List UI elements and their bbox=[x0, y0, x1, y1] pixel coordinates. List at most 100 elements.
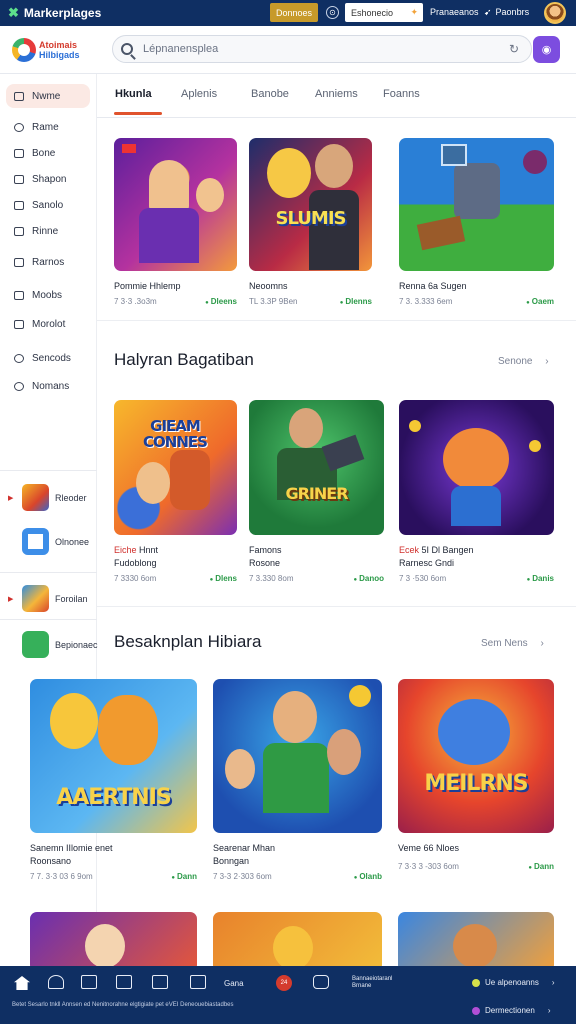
sidebar-item-label: Bone bbox=[32, 147, 56, 159]
top-field[interactable]: Eshonecio ✦ bbox=[345, 3, 423, 22]
product-title-text: Hnnt bbox=[139, 545, 159, 555]
product-card[interactable]: Ecek 5I Dl Bangen Rarnesc Gndi 7 3 ·530 … bbox=[399, 400, 554, 585]
product-card[interactable]: GIEAM CONNES Eiche Hnnt Fudoblong 7 3330… bbox=[114, 400, 237, 585]
sidebar-app-1[interactable]: ▶ Rleoder bbox=[8, 484, 87, 511]
brand[interactable]: ✖ Markerplages bbox=[8, 5, 101, 21]
chevron-right-icon: › bbox=[540, 638, 544, 649]
chest-art bbox=[416, 215, 466, 251]
product-meta-text: TL 3.3P 9Ben bbox=[249, 297, 298, 306]
product-meta-text: 7 3330 6om bbox=[114, 574, 157, 583]
character-art bbox=[85, 924, 125, 968]
tab-2[interactable]: Aplenis bbox=[181, 88, 217, 100]
active-tab-indicator bbox=[114, 112, 162, 115]
sidebar-app-2[interactable]: Olnonee bbox=[8, 528, 89, 555]
product-image bbox=[114, 138, 237, 271]
badge bbox=[122, 144, 136, 153]
top-link-2[interactable]: ➹ Paonbrs bbox=[484, 7, 529, 18]
product-image bbox=[213, 912, 382, 972]
search-placeholder: Lépnanensplea bbox=[143, 43, 219, 55]
product-meta-text: 7 3 ·530 6om bbox=[399, 574, 447, 583]
sidebar-item-3[interactable]: Bone bbox=[6, 141, 90, 165]
notification-badge[interactable]: 24 bbox=[276, 975, 292, 991]
bottom-nav-label[interactable]: Bannaeiotaranl Brnane bbox=[352, 976, 412, 990]
house-outline-icon[interactable] bbox=[48, 975, 64, 989]
character-art bbox=[170, 450, 210, 510]
chat-icon[interactable] bbox=[313, 975, 329, 989]
character-art bbox=[273, 691, 317, 743]
sidebar-item-label: Morolot bbox=[32, 318, 66, 330]
see-all-link[interactable]: Sem Nens › bbox=[481, 638, 544, 649]
product-card[interactable]: GRINER Famons Rosone 7 3.330 8om Danoo bbox=[249, 400, 384, 585]
sidebar-item-label: Rame bbox=[32, 121, 59, 133]
search-input[interactable]: Lépnanensplea ↻ bbox=[112, 35, 532, 63]
product-card[interactable]: Renna 6a Sugen 7 3. 3.333 6em Oaem bbox=[399, 138, 554, 308]
art-title: MEILRNS bbox=[424, 771, 528, 796]
product-card[interactable]: MEILRNS Veme 66 Nloes 7 3·3 3 -303 6om Da… bbox=[398, 679, 554, 873]
sidebar-item-home[interactable]: Nwme bbox=[6, 84, 90, 108]
product-card[interactable]: Pommie Hhlemp 7 3·3 .3o3m Dleens bbox=[114, 138, 237, 308]
product-image bbox=[30, 912, 197, 972]
product-card[interactable] bbox=[213, 912, 382, 972]
sidebar-item-6[interactable]: Rinne bbox=[6, 219, 90, 243]
product-title: Renna 6a Sugen bbox=[399, 281, 467, 291]
folder-icon bbox=[14, 290, 24, 300]
product-title: Pommie Hhlemp bbox=[114, 281, 181, 291]
character-art bbox=[327, 729, 361, 775]
product-card[interactable]: SLUMIS Neoomns TL 3.3P 9Ben Dlenns bbox=[249, 138, 372, 308]
bottom-right-link-2[interactable]: Dermectionen › bbox=[472, 1006, 550, 1015]
see-all-link[interactable]: Senone › bbox=[498, 356, 549, 367]
product-meta: 7 7. 3·3 03 6 9om Dann bbox=[30, 872, 197, 883]
product-card[interactable] bbox=[30, 912, 197, 972]
calendar-icon[interactable] bbox=[152, 975, 168, 989]
sidebar-item-5[interactable]: Sanolo bbox=[6, 193, 90, 217]
product-card[interactable]: Searenar Mhan Bonngan 7 3-3 2·303 6om Ola… bbox=[213, 679, 382, 883]
sidebar-app-label: Foroilan bbox=[55, 593, 88, 604]
sidebar-item-7[interactable]: Rarnos bbox=[6, 250, 90, 274]
bottom-bar: Gana 24 Bannaeiotaranl Brnane Ue alpenoa… bbox=[0, 966, 576, 1024]
gift-icon[interactable] bbox=[190, 975, 206, 989]
sidebar-item-4[interactable]: Shapon bbox=[6, 167, 90, 191]
tab-4[interactable]: Anniems bbox=[315, 88, 358, 100]
refresh-icon[interactable]: ↻ bbox=[509, 42, 519, 56]
sidebar-item-label: Rinne bbox=[32, 225, 59, 237]
app-logo-line2: Hilbigads bbox=[39, 50, 80, 60]
sidebar-app-label: Olnonee bbox=[55, 536, 90, 547]
book-icon[interactable] bbox=[81, 975, 97, 989]
sidebar-item-10[interactable]: Sencods bbox=[6, 346, 90, 370]
info-icon[interactable]: ⊙ bbox=[326, 6, 339, 19]
tab-3[interactable]: Banobe bbox=[251, 88, 289, 100]
product-card[interactable]: AAERTNIS Sanemn IIlomie enet Roonsano 7 … bbox=[30, 679, 197, 883]
sidebar-item-8[interactable]: Moobs bbox=[6, 283, 90, 307]
product-meta-text: 7 3-3 2·303 6om bbox=[213, 872, 272, 881]
avatar[interactable] bbox=[544, 2, 566, 24]
sidebar-app-3[interactable]: ▶ Foroilan bbox=[8, 585, 88, 612]
art-title: AAERTNIS bbox=[56, 785, 171, 810]
top-link-2-label: Paonbrs bbox=[495, 7, 530, 17]
chevron-right-icon: › bbox=[551, 978, 555, 987]
product-meta: TL 3.3P 9Ben Dlenns bbox=[249, 297, 372, 308]
bottom-right-link-1[interactable]: Ue alpenoanns › bbox=[472, 978, 555, 987]
sidebar-item-11[interactable]: Nomans bbox=[6, 374, 90, 398]
product-title: Eiche Hnnt bbox=[114, 545, 237, 555]
coin-art bbox=[349, 685, 371, 707]
filter-button[interactable]: ◉ bbox=[533, 36, 560, 63]
sidebar-app-label: Bepionaec bbox=[55, 639, 98, 650]
sidebar-item-label: Shapon bbox=[32, 173, 67, 185]
store-icon[interactable] bbox=[116, 975, 132, 989]
sidebar-item-2[interactable]: Rame bbox=[6, 115, 90, 139]
bottom-nav-label[interactable]: Gana bbox=[224, 979, 244, 988]
sidebar-app-4[interactable]: Bepionaec bbox=[8, 631, 98, 658]
tab-5[interactable]: Foanns bbox=[383, 88, 420, 100]
product-image: MEILRNS bbox=[398, 679, 554, 833]
app-logo[interactable]: Atoimais Hilbigads bbox=[12, 36, 92, 64]
donate-button[interactable]: Donnoes bbox=[270, 3, 318, 22]
character-art bbox=[267, 148, 311, 198]
home-icon[interactable] bbox=[14, 976, 30, 990]
character-art bbox=[263, 743, 329, 813]
sidebar-item-9[interactable]: Morolot bbox=[6, 312, 90, 336]
top-link-1[interactable]: Pranaeanos bbox=[430, 7, 479, 17]
bookmark-icon bbox=[14, 257, 24, 267]
tab-1[interactable]: Hkunla bbox=[115, 88, 152, 100]
product-title: Neoomns bbox=[249, 281, 288, 291]
product-card[interactable] bbox=[398, 912, 554, 972]
